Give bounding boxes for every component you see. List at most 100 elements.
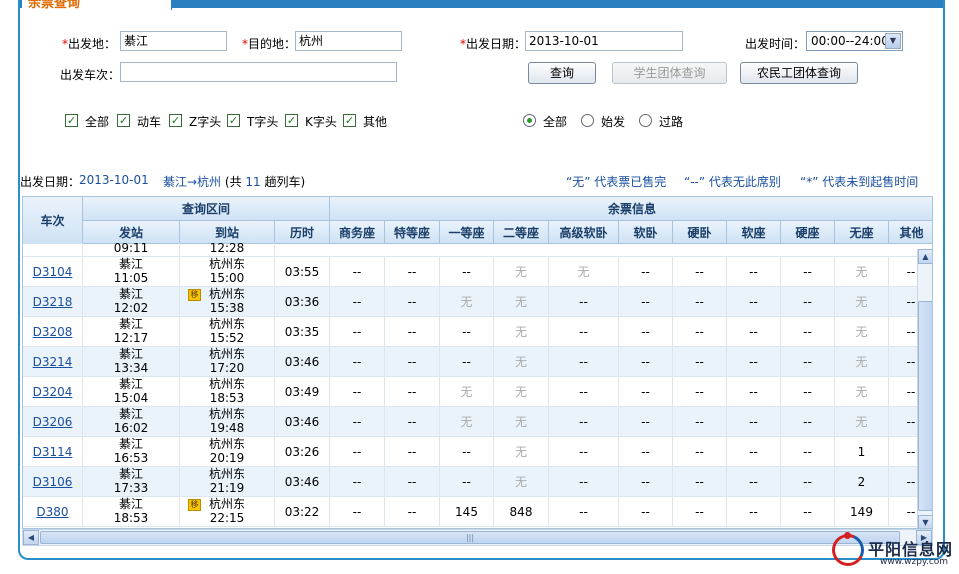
header-ticket-info: 余票信息 — [607, 202, 656, 216]
duration-cell: 03:46 — [275, 347, 330, 377]
dep-time: 16:02 — [113, 421, 149, 435]
seat-availability-cell: -- — [330, 497, 385, 527]
to-station-input[interactable]: 杭州 — [295, 31, 402, 51]
radio-label: 全部 — [543, 115, 568, 129]
to-station: 杭州东 — [208, 377, 245, 391]
seat-availability-cell: -- — [330, 347, 385, 377]
date-input[interactable]: 2013-10-01 — [525, 31, 683, 51]
train-no-link[interactable]: D3104 — [33, 265, 73, 279]
checkbox-all-types[interactable]: ✓ — [65, 114, 78, 127]
summary-date-label: 出发日期： — [20, 175, 81, 189]
departure-cell: 綦江 16:02 — [83, 407, 180, 437]
seat-availability-cell: -- — [781, 257, 835, 287]
table-row-partial: - - - - - - 09:11 12:28 — [23, 243, 917, 257]
seat-availability-cell: -- — [673, 437, 727, 467]
from-station-input[interactable]: 綦江 — [120, 31, 227, 51]
radio-passing[interactable] — [639, 114, 652, 127]
checkbox-t-trains[interactable]: ✓ — [227, 114, 240, 127]
header-train-no[interactable]: 车次 — [23, 197, 83, 244]
query-button[interactable]: 查询 — [528, 62, 596, 84]
vertical-scrollbar[interactable]: ▲ ▼ — [917, 249, 932, 528]
from-station: 綦江 — [118, 467, 143, 481]
seat-availability-cell: -- — [727, 287, 781, 317]
legend-none: “无” 代表票已售完 — [566, 175, 667, 189]
departure-cell: 綦江 12:02 — [83, 287, 180, 317]
seat-availability-cell: -- — [330, 287, 385, 317]
arrival-cell: 杭州东 20:19 — [180, 437, 275, 467]
checkbox-other-trains[interactable]: ✓ — [343, 114, 356, 127]
checkbox-label: T字头 — [247, 115, 279, 129]
column-header: 二等座 — [494, 221, 549, 243]
time-select[interactable]: 00:00--24:00 ▼ — [806, 31, 903, 51]
checkbox-z-trains[interactable]: ✓ — [169, 114, 182, 127]
train-no-link[interactable]: D380 — [36, 505, 68, 519]
train-no-link[interactable]: D3106 — [33, 475, 73, 489]
arr-time: 15:00 — [209, 271, 245, 285]
arr-time: 18:53 — [209, 391, 245, 405]
seat-availability-cell: -- — [889, 317, 917, 347]
worker-group-query-button[interactable]: 农民工团体查询 — [740, 62, 858, 84]
radio-origin[interactable] — [581, 114, 594, 127]
seat-availability-cell: 无 — [835, 377, 889, 407]
scroll-left-icon[interactable]: ◀ — [23, 530, 39, 545]
vertical-scroll-thumb[interactable] — [918, 301, 932, 511]
train-no-link[interactable]: D3214 — [33, 355, 73, 369]
arr-time: 21:19 — [209, 481, 245, 495]
column-header: 硬座 — [781, 221, 835, 243]
seat-availability-cell: -- — [727, 407, 781, 437]
to-station: 杭州东 — [208, 437, 245, 451]
arr-time: 17:20 — [209, 361, 245, 375]
seat-availability-cell: -- — [385, 437, 440, 467]
scroll-down-icon[interactable]: ▼ — [918, 515, 932, 528]
horizontal-scrollbar[interactable]: ◀ ||| ▶ — [22, 529, 933, 546]
column-header: 硬卧 — [673, 221, 727, 243]
seat-availability-cell: 无 — [835, 287, 889, 317]
dep-time: 09:11 — [113, 243, 149, 255]
duration-cell: 03:36 — [275, 287, 330, 317]
table-row: D3206 綦江 16:02 杭州东 19:48 03:46 -- -- 无无 -- -- -- -- -… — [23, 407, 917, 437]
train-no-cell: D3214 — [23, 347, 83, 377]
table-row: D3204 綦江 15:04 杭州东 18:53 03:49 -- -- 无无 -- -- -- -- -… — [23, 377, 917, 407]
seat-availability-cell: 1 — [835, 437, 889, 467]
seat-availability-cell: 无 — [494, 287, 549, 317]
train-no-link[interactable]: D3218 — [33, 295, 73, 309]
ticket-grid: 车次 查询区间 余票信息 发站 到站 历时 商务座 特等座 一等座 二等座 高级软卧 软卧 硬卧软… — [22, 196, 933, 529]
seat-availability-cell: -- — [727, 317, 781, 347]
grid-group-header: 车次 查询区间 余票信息 — [23, 197, 932, 244]
seat-availability-cell: 无 — [494, 377, 549, 407]
seat-availability-cell: -- — [440, 467, 494, 497]
summary-date-value: 2013-10-01 — [79, 173, 149, 187]
scroll-up-icon[interactable]: ▲ — [918, 249, 932, 264]
departure-cell: 綦江 15:04 — [83, 377, 180, 407]
seat-availability-cell: -- — [330, 407, 385, 437]
seat-availability-cell: -- — [619, 347, 673, 377]
train-no-input[interactable] — [120, 62, 397, 82]
seat-availability-cell: -- — [440, 347, 494, 377]
train-no-cell: D3204 — [23, 377, 83, 407]
duration-cell: 03:46 — [275, 407, 330, 437]
train-no-label: 出发车次： — [60, 68, 121, 82]
seat-availability-cell: -- — [385, 347, 440, 377]
seat-availability-cell: -- — [619, 317, 673, 347]
radio-label: 过路 — [659, 115, 684, 129]
seat-availability-cell: -- — [889, 497, 917, 527]
summary-route: 綦江→杭州 (共 11 趟列车) — [163, 175, 306, 189]
train-no-link[interactable]: D3204 — [33, 385, 73, 399]
horizontal-scroll-thumb[interactable]: ||| — [40, 531, 900, 544]
seat-availability-cell: -- — [385, 377, 440, 407]
from-station: 綦江 — [118, 407, 143, 421]
train-no-link[interactable]: D3206 — [33, 415, 73, 429]
checkbox-k-trains[interactable]: ✓ — [285, 114, 298, 127]
column-header: 软座 — [727, 221, 781, 243]
seat-availability-cell: 无 — [494, 257, 549, 287]
radio-all[interactable] — [523, 114, 536, 127]
column-header: 特等座 — [385, 221, 440, 243]
seat-availability-cell: -- — [549, 287, 619, 317]
seat-availability-cell: -- — [385, 257, 440, 287]
checkbox-emu[interactable]: ✓ — [117, 114, 130, 127]
student-group-query-button[interactable]: 学生团体查询 — [612, 62, 727, 84]
duration-cell: 03:35 — [275, 317, 330, 347]
train-no-link[interactable]: D3208 — [33, 325, 73, 339]
train-no-link[interactable]: D3114 — [33, 445, 73, 459]
seat-availability-cell: -- — [781, 347, 835, 377]
